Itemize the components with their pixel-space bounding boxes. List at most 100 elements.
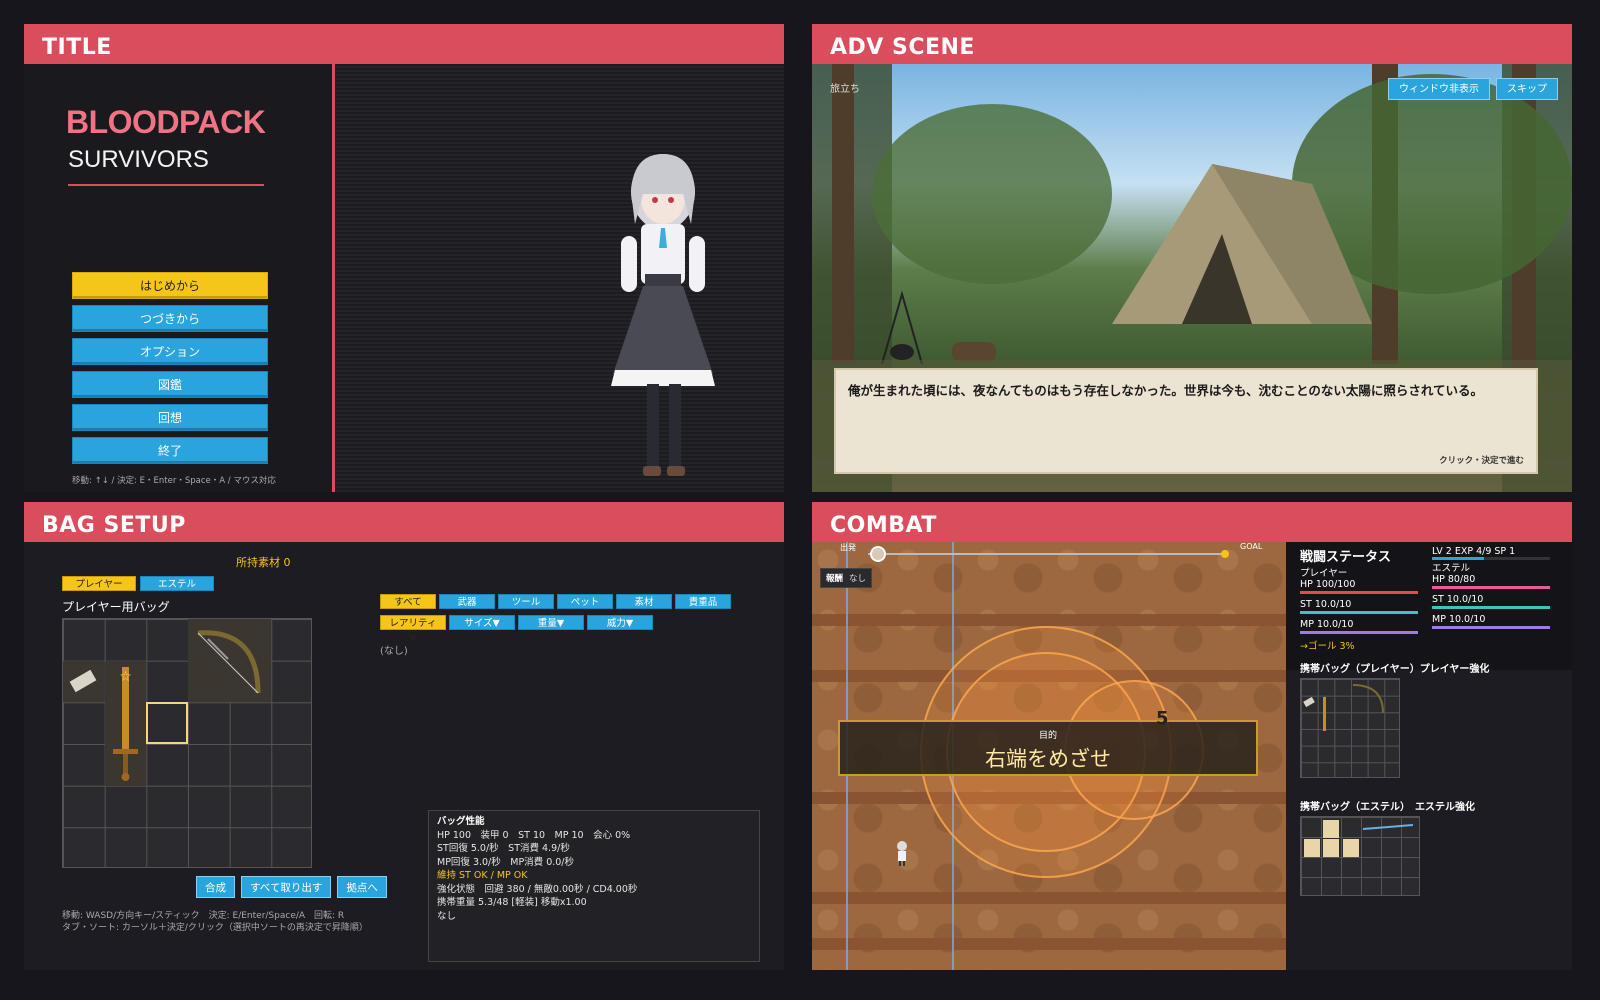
carry-bag-estel-grid[interactable] (1300, 816, 1420, 896)
estel-mp: MP 10.0/10 (1432, 614, 1486, 625)
estel-cards-icon (1304, 820, 1414, 857)
estel-mp-bar (1432, 626, 1550, 629)
skip-button[interactable]: スキップ (1496, 78, 1558, 100)
carry-bag-player-label: 携帯バッグ（プレイヤー）プレイヤー強化 (1300, 664, 1490, 675)
estel-hp: HP 80/80 (1432, 574, 1476, 585)
sort-power[interactable]: 威力▼ (587, 615, 653, 630)
to-base-button[interactable]: 拠点へ (337, 876, 387, 898)
bag-label: プレイヤー用バッグ (62, 600, 170, 614)
player-st-bar (1300, 611, 1418, 614)
filter-pet[interactable]: ペット (557, 594, 613, 609)
bag-stats-panel: バッグ性能 HP 100 装甲 0 ST 10 MP 10 会心 0% ST回復… (428, 810, 760, 962)
menu-encyclopedia-button[interactable]: 図鑑 (72, 371, 268, 398)
dialogue-box[interactable]: 俺が生まれた頃には、夜なんてものはもう存在しなかった。世界は今も、沈むことのない… (834, 368, 1538, 474)
carry-bag-estel-label: 携帯バッグ（エステル） エステル強化 (1300, 802, 1475, 813)
objective-label: 目的 (1038, 731, 1057, 741)
menu-new-game-button[interactable]: はじめから (72, 272, 268, 299)
materials-count: 所持素材 0 (236, 556, 291, 569)
take-all-button[interactable]: すべて取り出す (241, 876, 332, 898)
title-menu-area: BLOODPACK SURVIVORS はじめから つづきから オプション 図鑑… (24, 64, 332, 492)
filter-valuable[interactable]: 貴重品 (675, 594, 731, 609)
bag-stats-title: バッグ性能 (437, 816, 485, 827)
player-progress-marker (870, 546, 886, 562)
player-name: プレイヤー (1300, 568, 1348, 579)
battle-status-panel: 戦闘ステータス プレイヤー HP 100/100 ST 10.0/10 MP 1… (1286, 542, 1572, 670)
bow-icon (197, 630, 261, 694)
estel-status: LV 2 EXP 4/9 SP 1 エステル HP 80/80 ST 10.0/… (1432, 546, 1550, 634)
progress-goal-label: GOAL (1240, 542, 1263, 551)
filter-tool[interactable]: ツール (498, 594, 554, 609)
logo-underline (68, 184, 264, 186)
ground-band (812, 938, 1286, 950)
menu-continue-button[interactable]: つづきから (72, 305, 268, 332)
item-list-empty: (なし) (380, 646, 408, 657)
ground-band (812, 614, 1286, 626)
sword-item[interactable]: ☆ (105, 661, 146, 786)
dialogue-text: 俺が生まれた頃には、夜なんてものはもう存在しなかった。世界は今も、沈むことのない… (848, 383, 1484, 398)
menu-recollection-button[interactable]: 回想 (72, 404, 268, 431)
sword-icon: ☆ (113, 667, 138, 781)
estel-st: ST 10.0/10 (1432, 594, 1484, 605)
battlefield[interactable]: 出発 GOAL 報酬 なし 目的 右端をめざせ 5 (812, 542, 1286, 970)
bow-item[interactable] (188, 619, 271, 702)
category-filters: すべて 武器 ツール ペット 素材 貴重品 (380, 594, 731, 609)
title-menu: はじめから つづきから オプション 図鑑 回想 終了 (72, 272, 268, 470)
sort-filters: レアリティ▼ サイズ▼ 重量▼ 威力▼ (380, 615, 653, 644)
menu-quit-button[interactable]: 終了 (72, 437, 268, 464)
filter-weapon[interactable]: 武器 (439, 594, 495, 609)
bag-stats-line: MP回復 3.0/秒 MP消費 0.0/秒 (437, 856, 575, 868)
bag-grid[interactable]: ☆ (62, 618, 312, 868)
continue-hint: クリック・決定で進む (1439, 456, 1524, 466)
svg-text:☆: ☆ (119, 669, 132, 685)
menu-options-button[interactable]: オプション (72, 338, 268, 365)
player-st: ST 10.0/10 (1300, 599, 1352, 610)
player-sprite (897, 841, 907, 866)
panel-header-combat: COMBAT (812, 502, 1572, 542)
player-hp: HP 100/100 (1300, 579, 1356, 590)
bag-stats-maintain: 維持 ST OK / MP OK (437, 870, 528, 881)
grid-cursor (146, 702, 188, 744)
bag-stats-line: なし (437, 910, 457, 922)
carry-bag-player-grid[interactable] (1300, 678, 1400, 778)
bag-stats-line: HP 100 装甲 0 ST 10 MP 10 会心 0% (437, 829, 631, 841)
damage-number: 5 (1156, 708, 1169, 729)
whetstone-item[interactable] (63, 661, 104, 702)
hide-window-button[interactable]: ウィンドウ非表示 (1388, 78, 1490, 100)
sort-size[interactable]: サイズ▼ (449, 615, 515, 630)
filter-all[interactable]: すべて (380, 594, 436, 609)
level-exp-line: LV 2 EXP 4/9 SP 1 (1432, 546, 1516, 557)
reward-box: 報酬 なし (820, 568, 873, 588)
tab-estel[interactable]: エステル (140, 576, 214, 591)
game-logo-main: BLOODPACK (66, 104, 266, 140)
goal-marker (1221, 550, 1229, 558)
panel-header-bag: BAG SETUP (24, 502, 784, 542)
adv-toolbar: ウィンドウ非表示 スキップ (1388, 78, 1558, 100)
sort-rarity[interactable]: レアリティ▼ (380, 615, 446, 644)
bag-owner-tabs: プレイヤー エステル (62, 576, 214, 591)
bag-screen: 所持素材 0 プレイヤー エステル プレイヤー用バッグ ☆ すべて 武器 ツール… (24, 542, 784, 970)
bag-stats-line: 携帯重量 5.3/48 [軽装] 移動x1.00 (437, 897, 587, 908)
filter-material[interactable]: 素材 (616, 594, 672, 609)
character-showcase (335, 64, 784, 492)
player-mp: MP 10.0/10 (1300, 619, 1354, 630)
player-mp-bar (1300, 631, 1418, 634)
reward-label: 報酬 (826, 574, 844, 584)
mini-items-icon (1303, 684, 1384, 731)
title-panel: TITLE BLOODPACK SURVIVORS はじめから つづきから オプ… (24, 24, 784, 492)
estel-hp-bar (1432, 586, 1550, 589)
bag-hint-sort: タブ・ソート: カーソル＋決定/クリック（選択中ソートの再決定で昇降順） (62, 923, 368, 933)
estel-name: エステル (1432, 563, 1471, 574)
adv-panel: ADV SCENE 旅立ち ウィンドウ非表示 スキップ 俺が生まれた頃には、夜な… (812, 24, 1572, 492)
goal-progress-text: →ゴール 3% (1300, 641, 1355, 652)
ground-band (812, 892, 1286, 904)
whetstone-icon (69, 669, 97, 693)
controls-hint: 移動: ↑↓ / 決定: E・Enter・Space・A / マウス対応 (72, 476, 276, 486)
estel-st-bar (1432, 606, 1550, 609)
combat-panel: COMBAT 出発 GOAL 報酬 なし 目的 右端をめざせ 5 戦闘ステータス… (812, 502, 1572, 970)
sort-weight[interactable]: 重量▼ (518, 615, 584, 630)
game-logo-sub: SURVIVORS (68, 146, 209, 173)
progress-start-label: 出発 (840, 543, 856, 552)
bag-stats-line: 強化状態 回避 380 / 無敵0.00秒 / CD4.00秒 (437, 883, 638, 895)
tab-player[interactable]: プレイヤー (62, 576, 136, 591)
craft-button[interactable]: 合成 (196, 876, 235, 898)
